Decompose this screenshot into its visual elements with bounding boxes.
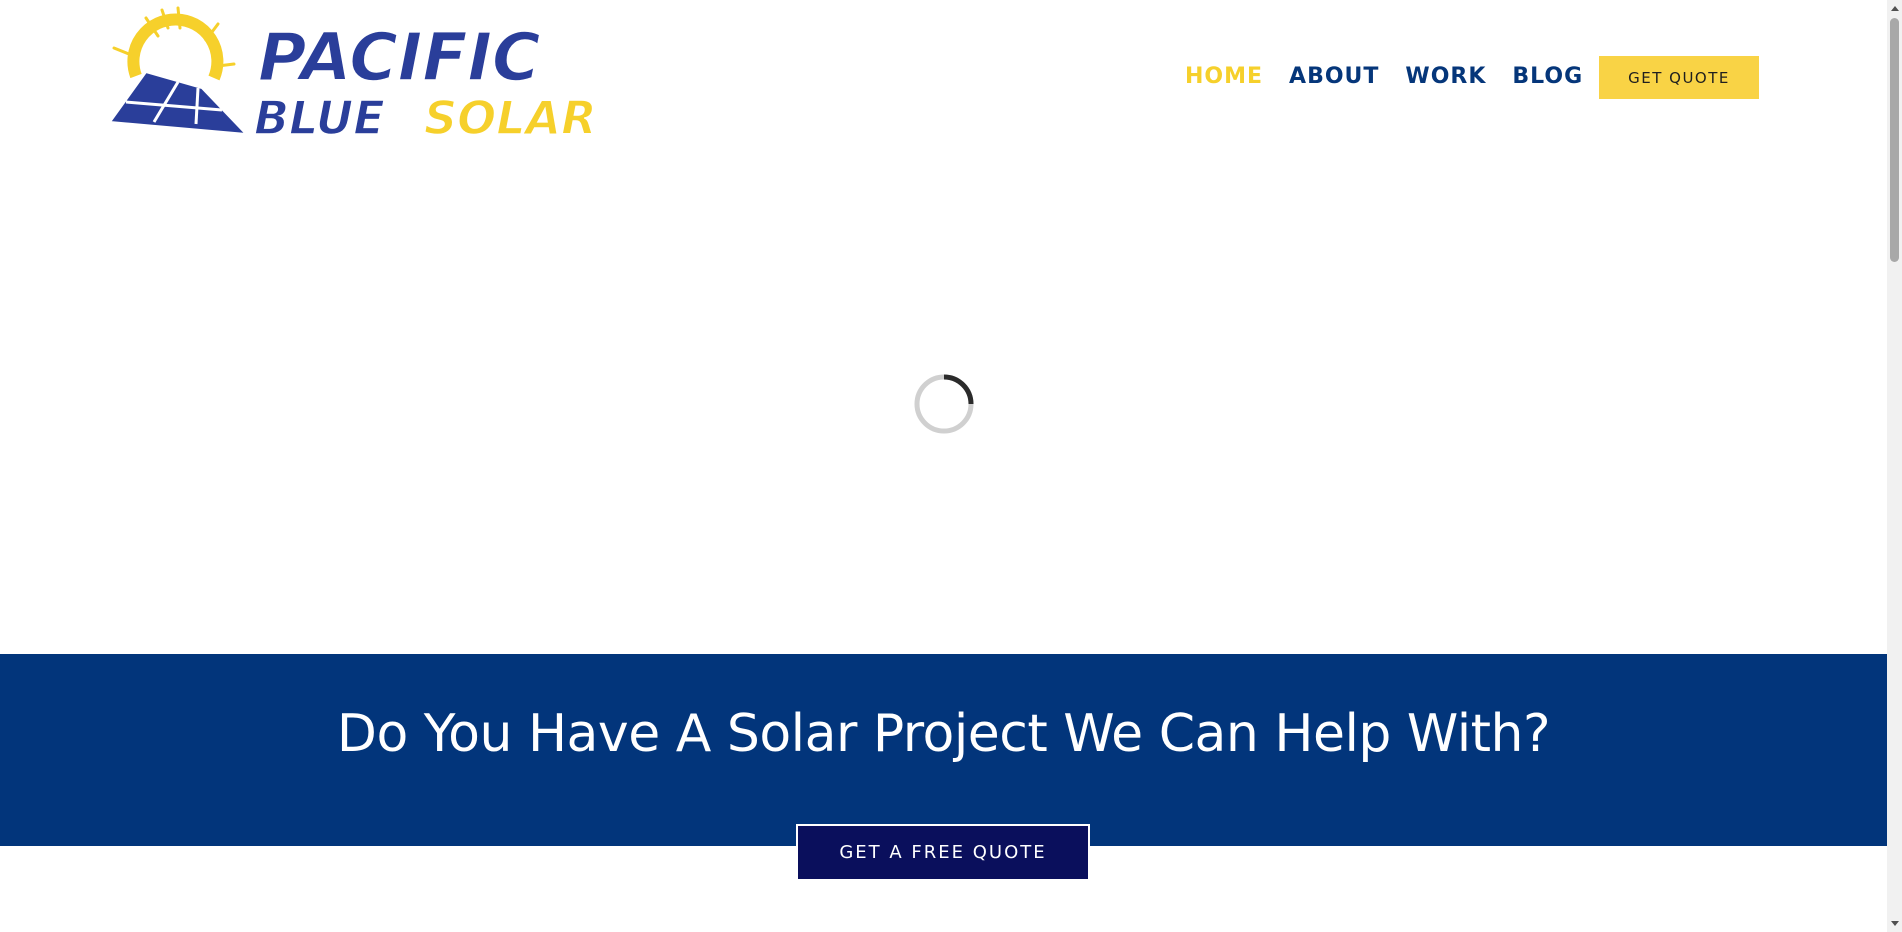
site-logo[interactable]: PACIFIC BLUE SOLAR (106, 6, 630, 140)
get-quote-button[interactable]: GET QUOTE (1599, 56, 1759, 99)
nav-item-blog[interactable]: BLOG (1512, 64, 1583, 89)
scroll-down-icon[interactable] (1887, 915, 1902, 932)
scroll-up-icon[interactable] (1887, 0, 1902, 17)
nav-item-work[interactable]: WORK (1405, 64, 1486, 89)
svg-text:SOLAR: SOLAR (424, 91, 597, 140)
svg-text:BLUE: BLUE (254, 91, 385, 140)
free-quote-button[interactable]: GET A FREE QUOTE (796, 824, 1090, 881)
nav-item-home[interactable]: HOME (1185, 64, 1263, 89)
cta-heading: Do You Have A Solar Project We Can Help … (336, 704, 1551, 764)
vertical-scrollbar[interactable] (1887, 0, 1902, 932)
nav-item-about[interactable]: ABOUT (1289, 64, 1379, 89)
scrollbar-thumb[interactable] (1890, 18, 1899, 262)
page: PACIFIC BLUE SOLAR HOME ABOUT WORK BLOG … (0, 0, 1887, 932)
svg-text:PACIFIC: PACIFIC (258, 19, 540, 96)
spinner-icon (914, 374, 974, 434)
main-nav: HOME ABOUT WORK BLOG (1185, 58, 1609, 94)
